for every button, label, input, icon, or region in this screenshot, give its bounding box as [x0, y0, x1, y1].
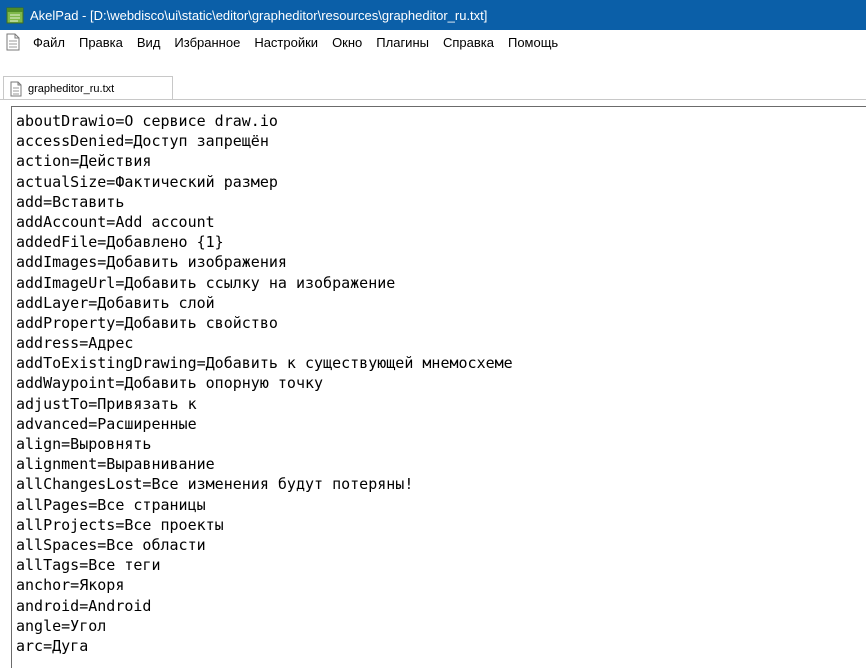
menu-edit[interactable]: Правка	[72, 33, 130, 52]
editor-line[interactable]: allTags=Все теги	[16, 555, 866, 575]
editor-line[interactable]: allSpaces=Все области	[16, 535, 866, 555]
editor-line[interactable]: angle=Угол	[16, 616, 866, 636]
document-icon[interactable]	[6, 33, 20, 51]
editor-line[interactable]: addedFile=Добавлено {1}	[16, 232, 866, 252]
editor-line[interactable]: address=Адрес	[16, 333, 866, 353]
editor-line[interactable]: addImages=Добавить изображения	[16, 252, 866, 272]
akelpad-window: AkelPad - [D:\webdisco\ui\static\editor\…	[0, 0, 866, 668]
editor-line[interactable]: arc=Дуга	[16, 636, 866, 656]
editor-line[interactable]: anchor=Якоря	[16, 575, 866, 595]
window-title: AkelPad - [D:\webdisco\ui\static\editor\…	[30, 7, 488, 23]
tab-label: grapheditor_ru.txt	[28, 82, 115, 95]
editor-line[interactable]: addProperty=Добавить свойство	[16, 313, 866, 333]
menu-view[interactable]: Вид	[130, 33, 168, 52]
editor-line[interactable]: allPages=Все страницы	[16, 495, 866, 515]
editor-line[interactable]: actualSize=Фактический размер	[16, 172, 866, 192]
document-icon	[10, 81, 22, 96]
editor-line[interactable]: alignment=Выравнивание	[16, 454, 866, 474]
menu-window[interactable]: Окно	[325, 33, 369, 52]
menu-settings[interactable]: Настройки	[247, 33, 325, 52]
editor-line[interactable]: aboutDrawio=О сервисе draw.io	[16, 111, 866, 131]
menu-file[interactable]: Файл	[26, 33, 72, 52]
editor-line[interactable]: android=Android	[16, 596, 866, 616]
editor-line[interactable]: addWaypoint=Добавить опорную точку	[16, 373, 866, 393]
menu-help[interactable]: Помощь	[501, 33, 565, 52]
tab-grapheditor-ru[interactable]: grapheditor_ru.txt	[3, 76, 173, 100]
editor-line[interactable]: addImageUrl=Добавить ссылку на изображен…	[16, 273, 866, 293]
menu-favorites[interactable]: Избранное	[167, 33, 247, 52]
editor-line[interactable]: addToExistingDrawing=Добавить к существу…	[16, 353, 866, 373]
editor-line[interactable]: allChangesLost=Все изменения будут потер…	[16, 474, 866, 494]
editor-line[interactable]: advanced=Расширенные	[16, 414, 866, 434]
editor-line[interactable]: align=Выровнять	[16, 434, 866, 454]
editor-line[interactable]: accessDenied=Доступ запрещён	[16, 131, 866, 151]
editor-line[interactable]: addAccount=Add account	[16, 212, 866, 232]
menu-plugins[interactable]: Плагины	[369, 33, 436, 52]
text-editor[interactable]: aboutDrawio=О сервисе draw.io accessDenie…	[11, 106, 866, 668]
menu-reference[interactable]: Справка	[436, 33, 501, 52]
tab-bar: grapheditor_ru.txt	[0, 54, 866, 105]
editor-line[interactable]: add=Вставить	[16, 192, 866, 212]
title-bar[interactable]: AkelPad - [D:\webdisco\ui\static\editor\…	[0, 0, 866, 30]
editor-lines[interactable]: aboutDrawio=О сервисе draw.io accessDenie…	[12, 107, 866, 656]
editor-line[interactable]: adjustTo=Привязать к	[16, 394, 866, 414]
editor-line[interactable]: allProjects=Все проекты	[16, 515, 866, 535]
menu-bar: Файл Правка Вид Избранное Настройки Окно…	[0, 30, 866, 54]
editor-line[interactable]: addLayer=Добавить слой	[16, 293, 866, 313]
editor-line[interactable]: action=Действия	[16, 151, 866, 171]
notepad-icon	[6, 7, 24, 24]
tab-divider	[0, 99, 866, 100]
